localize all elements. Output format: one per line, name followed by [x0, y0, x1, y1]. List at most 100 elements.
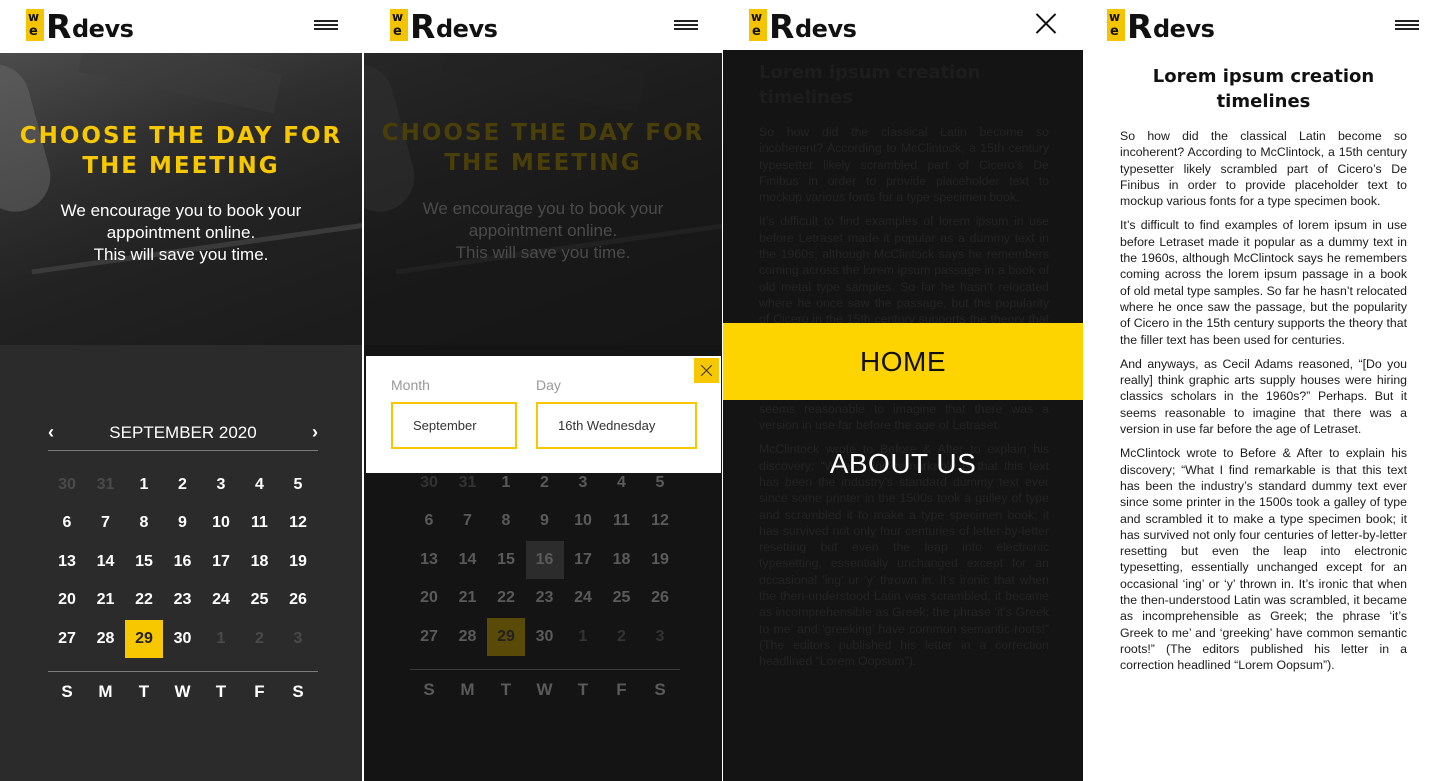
calendar-day[interactable]: 25 — [241, 581, 279, 619]
logo-wordmark: devs — [436, 15, 498, 43]
close-menu-icon[interactable] — [1035, 12, 1057, 34]
calendar-day[interactable]: 20 — [48, 581, 86, 619]
calendar-day[interactable]: 26 — [279, 581, 317, 619]
calendar-day[interactable]: 27 — [48, 620, 86, 658]
calendar-day: 2 — [617, 627, 626, 645]
calendar-day[interactable]: 15 — [487, 541, 525, 579]
hero-subtitle-line: appointment online. — [106, 223, 256, 242]
calendar-day[interactable]: 29 — [125, 619, 163, 658]
calendar-day[interactable]: 18 — [241, 543, 279, 581]
calendar-weekday-label: M — [98, 682, 113, 701]
calendar-weekday-label: T — [500, 680, 512, 699]
calendar-day[interactable]: 9 — [164, 504, 202, 542]
calendar-day[interactable]: 21 — [449, 579, 487, 617]
article-title-line: Lorem ipsum creation — [759, 62, 981, 83]
calendar-day: 3 — [655, 627, 665, 645]
hero-title-line: CHOOSE THE DAY FOR — [381, 120, 705, 146]
day-label: Day — [536, 377, 561, 393]
logo-letter-e: e — [29, 24, 38, 39]
calendar-day[interactable]: 16 — [164, 543, 202, 581]
calendar-day[interactable]: 26 — [641, 579, 679, 617]
calendar-day[interactable]: 21 — [87, 581, 125, 619]
calendar-day[interactable]: 13 — [410, 541, 448, 579]
calendar-day[interactable]: 16 — [525, 540, 564, 579]
screen-article: w e R devs Lorem ipsum creation timeline… — [1085, 0, 1432, 781]
calendar-day[interactable]: 2 — [164, 466, 202, 504]
calendar-day[interactable]: 9 — [526, 502, 564, 540]
calendar-day[interactable]: 7 — [87, 504, 125, 542]
article-title-line: Lorem ipsum creation — [1152, 66, 1375, 87]
calendar-day[interactable]: 28 — [449, 618, 487, 656]
calendar-day[interactable]: 14 — [449, 541, 487, 579]
hamburger-menu-icon[interactable] — [1395, 20, 1419, 32]
hero-subtitle-line: We encourage you to book your — [60, 201, 302, 220]
next-month-icon[interactable]: › — [312, 422, 318, 443]
article-title-line: timelines — [1216, 91, 1311, 112]
calendar-day[interactable]: 3 — [202, 466, 240, 504]
hamburger-menu-icon[interactable] — [314, 20, 338, 32]
calendar-day[interactable]: 30 — [164, 620, 202, 658]
calendar-day[interactable]: 15 — [125, 543, 163, 581]
calendar-day[interactable]: 19 — [279, 543, 317, 581]
calendar-day[interactable]: 1 — [125, 466, 163, 504]
calendar-day[interactable]: 12 — [279, 504, 317, 542]
calendar-day[interactable]: 12 — [641, 502, 679, 540]
calendar-day[interactable]: 6 — [410, 502, 448, 540]
calendar-weekday-label: F — [616, 680, 627, 699]
calendar-day[interactable]: 20 — [410, 579, 448, 617]
calendar-day[interactable]: 8 — [487, 502, 525, 540]
logo-letter-e: e — [1110, 24, 1119, 39]
calendar-day[interactable]: 18 — [603, 541, 641, 579]
screen-date-picker: CHOOSE THE DAY FOR THE MEETING We encour… — [364, 0, 722, 781]
month-select[interactable]: September — [391, 402, 517, 449]
close-icon[interactable] — [694, 358, 719, 383]
calendar-weekday-label: S — [61, 682, 73, 701]
calendar-day[interactable]: 19 — [641, 541, 679, 579]
calendar-day[interactable]: 10 — [564, 502, 602, 540]
calendar-day[interactable]: 7 — [449, 502, 487, 540]
calendar-day[interactable]: 4 — [241, 466, 279, 504]
calendar-day[interactable]: 6 — [48, 504, 86, 542]
calendar-day[interactable]: 24 — [564, 579, 602, 617]
calendar-day[interactable]: 22 — [125, 581, 163, 619]
logo-letter-r: R — [1127, 7, 1152, 46]
calendar-day[interactable]: 28 — [87, 620, 125, 658]
hero-subtitle-line: We encourage you to book your — [422, 199, 664, 218]
calendar-day: 1 — [578, 627, 588, 645]
calendar-day[interactable]: 10 — [202, 504, 240, 542]
calendar-day[interactable]: 24 — [202, 581, 240, 619]
calendar-day[interactable]: 8 — [125, 504, 163, 542]
calendar-day[interactable]: 17 — [564, 541, 602, 579]
calendar-weekday-label: S — [292, 682, 304, 701]
calendar-day[interactable]: 22 — [487, 579, 525, 617]
hamburger-menu-icon[interactable] — [674, 20, 698, 32]
article-paragraph: And anyways, as Cecil Adams reasoned, “[… — [1120, 356, 1407, 437]
menu-item-home[interactable]: HOME — [723, 323, 1083, 400]
calendar-day[interactable]: 11 — [241, 504, 279, 542]
month-label: Month — [391, 377, 430, 393]
article-title: Lorem ipsum creation timelines — [1120, 64, 1407, 114]
calendar-day[interactable]: 5 — [279, 466, 317, 504]
day-select[interactable]: 16th Wednesday — [536, 402, 697, 449]
article-paragraph: So how did the classical Latin become so… — [1120, 129, 1407, 209]
calendar-day[interactable]: 29 — [487, 617, 525, 656]
calendar-day[interactable]: 14 — [87, 543, 125, 581]
calendar-day[interactable]: 30 — [526, 618, 564, 656]
menu-item-about-us[interactable]: ABOUT US — [723, 448, 1083, 480]
calendar-day[interactable]: 17 — [202, 543, 240, 581]
logo-wordmark: devs — [1153, 15, 1215, 43]
calendar-day[interactable]: 23 — [164, 581, 202, 619]
hero-title: CHOOSE THE DAY FOR THE MEETING — [0, 121, 362, 181]
logo-letter-w: w — [392, 10, 404, 24]
calendar-day[interactable]: 25 — [603, 579, 641, 617]
calendar-day[interactable]: 11 — [603, 502, 641, 540]
hero-title: CHOOSE THE DAY FOR THE MEETING — [364, 118, 722, 178]
article-title: Lorem ipsum creation timelines — [759, 60, 1049, 110]
calendar-day[interactable]: 23 — [526, 579, 564, 617]
calendar-day[interactable]: 27 — [410, 618, 448, 656]
hero-photo-shape — [442, 53, 646, 114]
calendar-day[interactable]: 13 — [48, 543, 86, 581]
calendar-header: ‹ SEPTEMBER 2020 › — [48, 420, 318, 450]
screen-booking: w e R devs CHOOSE THE DAY FOR THE MEETIN… — [0, 0, 362, 781]
article-title-line: timelines — [759, 87, 853, 108]
